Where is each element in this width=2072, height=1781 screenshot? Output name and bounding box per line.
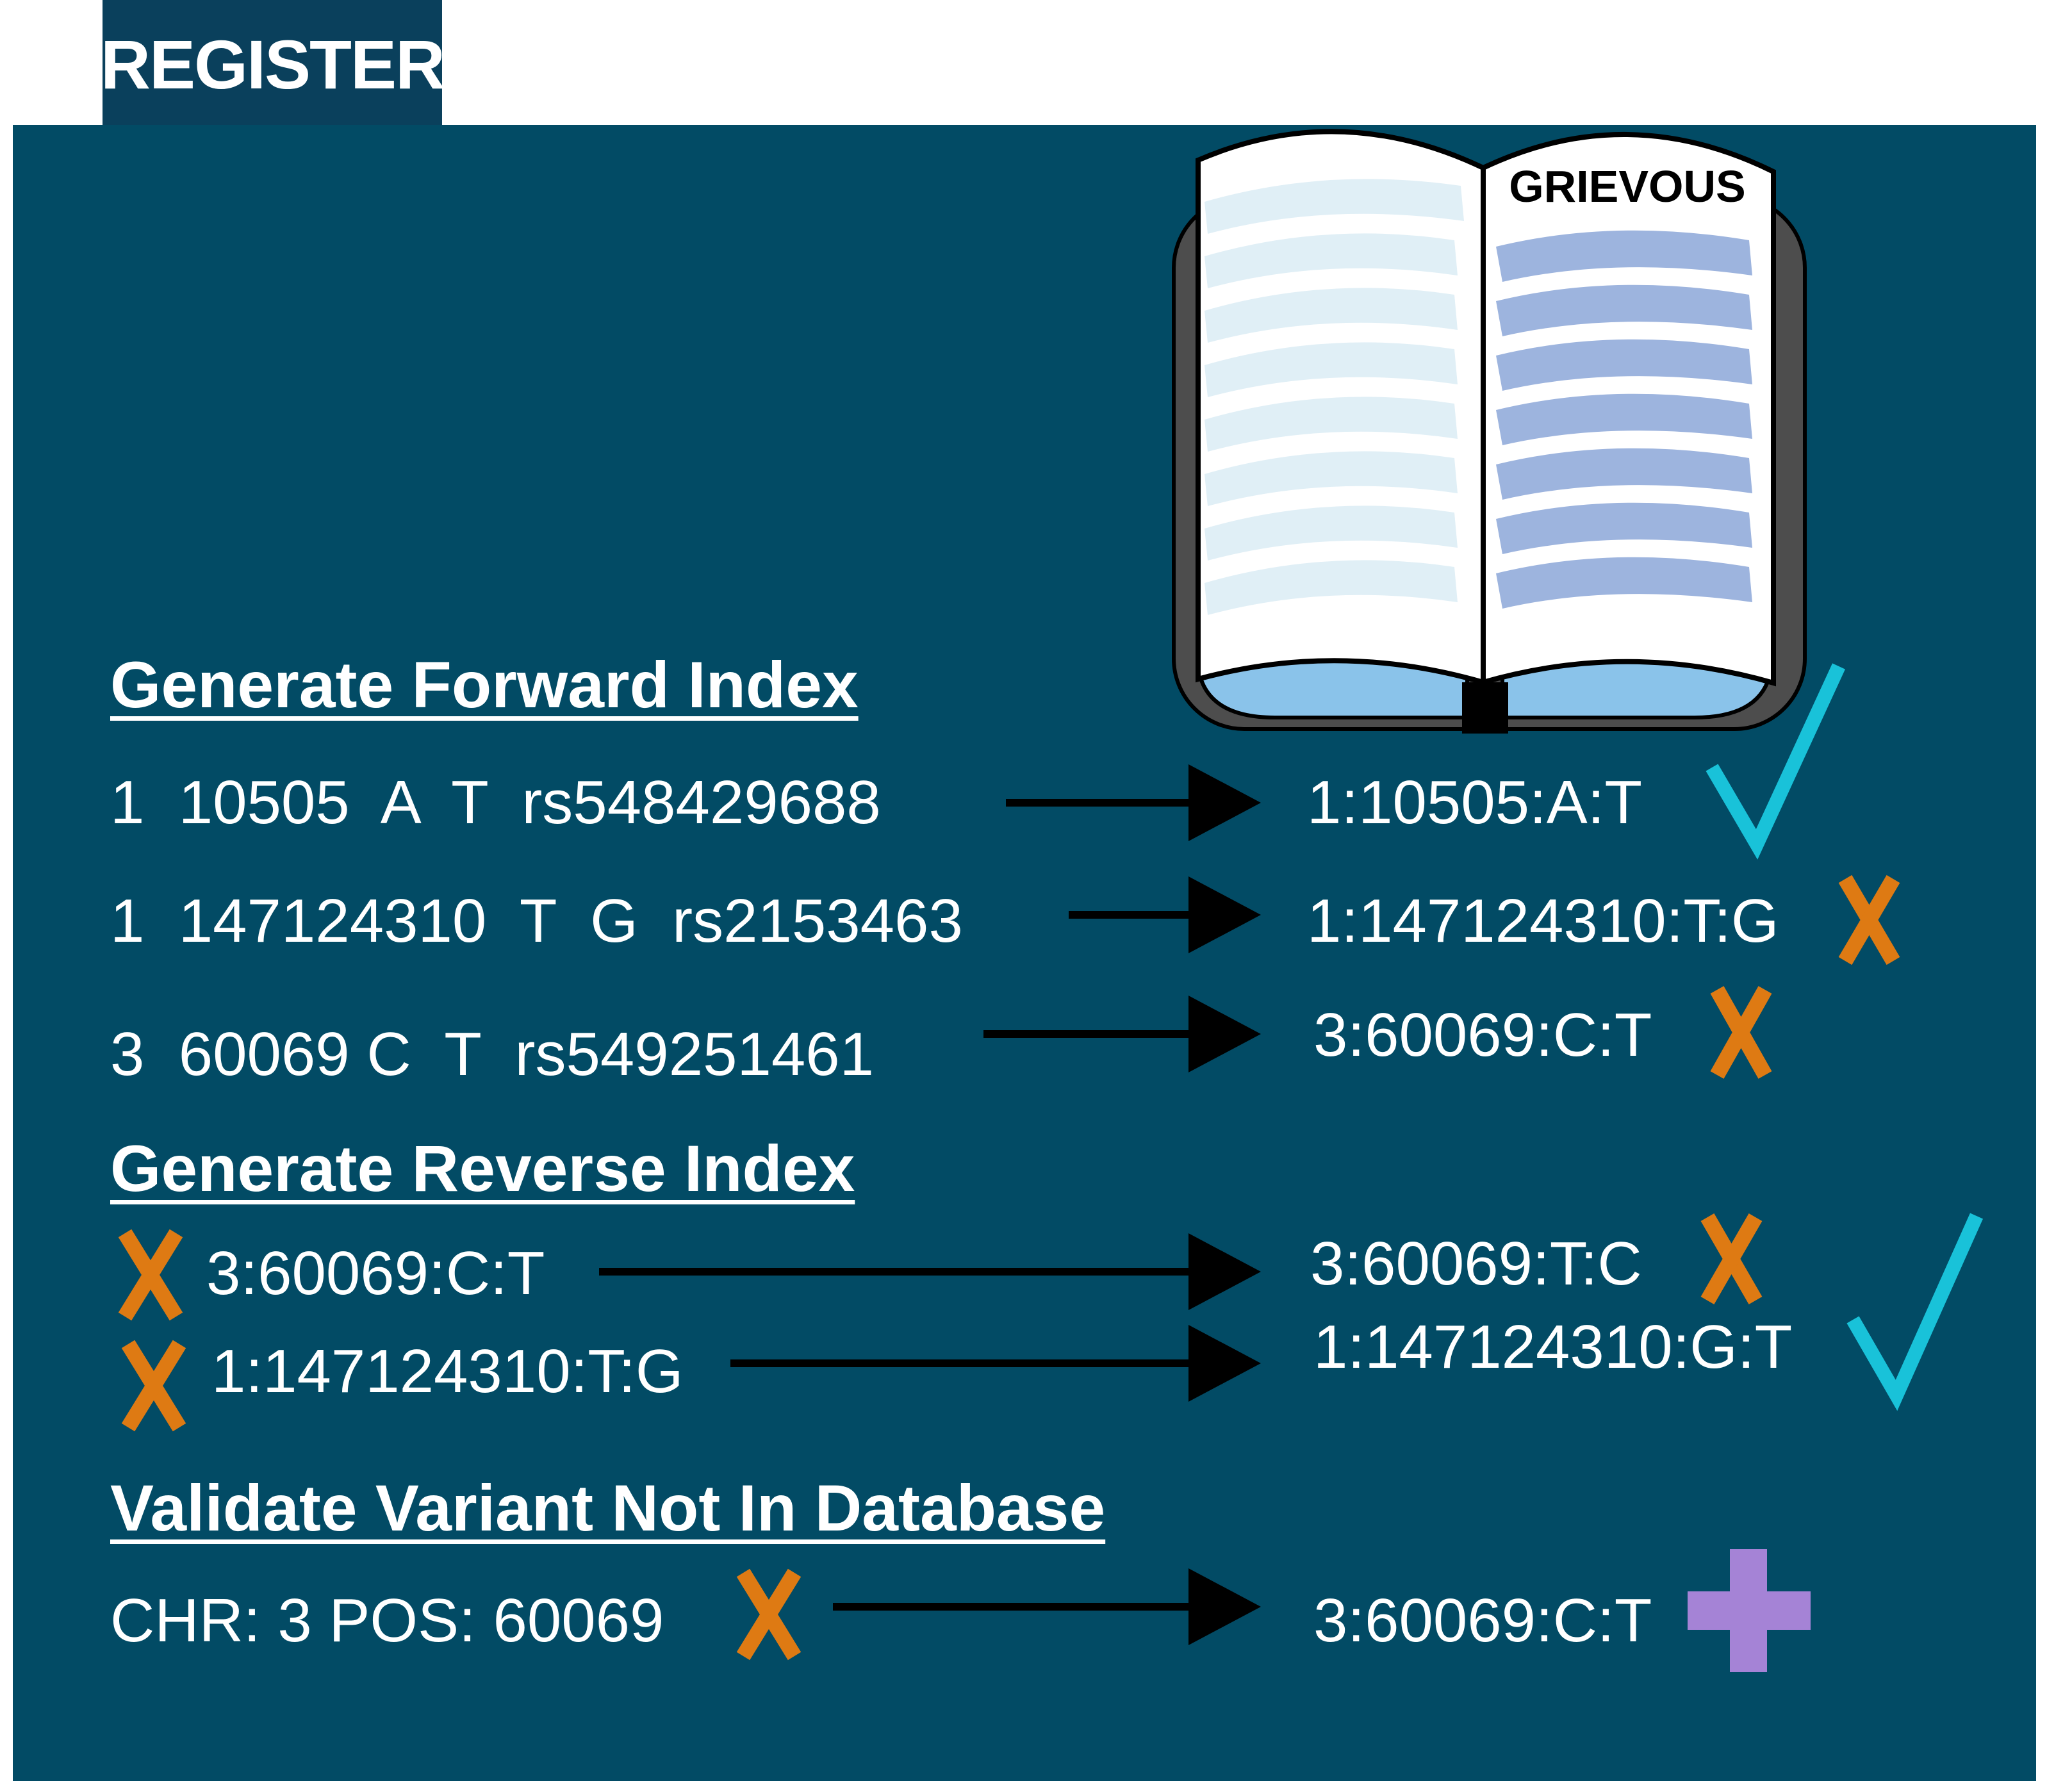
cross-icon	[1700, 1213, 1763, 1304]
check-icon	[1846, 1213, 1984, 1411]
forward-output-1: 1:10505:A:T	[1307, 768, 1643, 837]
validate-heading: Validate Variant Not In Database	[110, 1472, 1106, 1545]
check-icon	[1706, 663, 1845, 860]
forward-input-3: 3 60069 C T rs549251461	[110, 1020, 875, 1088]
forward-heading: Generate Forward Index	[110, 648, 859, 721]
forward-input-2: 1 147124310 T G rs2153463	[110, 887, 963, 955]
cross-icon	[118, 1229, 183, 1321]
forward-input-1: 1 10505 A T rs548429688	[110, 768, 881, 837]
reverse-input-1: 3:60069:C:T	[206, 1239, 545, 1308]
validate-output-1: 3:60069:C:T	[1313, 1586, 1652, 1655]
cross-icon	[1838, 874, 1900, 965]
reverse-output-1: 3:60069:T:C	[1310, 1229, 1642, 1298]
cross-icon	[121, 1340, 186, 1432]
reverse-input-2: 1:147124310:T:G	[211, 1337, 684, 1406]
forward-output-2: 1:147124310:T:G	[1307, 887, 1779, 955]
cross-icon	[736, 1568, 802, 1661]
cross-icon	[1710, 986, 1772, 1079]
validate-input-1: CHR: 3 POS: 60069	[110, 1586, 664, 1655]
plus-icon	[1688, 1549, 1811, 1672]
forward-output-3: 3:60069:C:T	[1313, 1001, 1652, 1069]
reverse-heading: Generate Reverse Index	[110, 1132, 855, 1205]
reverse-output-2: 1:147124310:G:T	[1313, 1313, 1793, 1381]
